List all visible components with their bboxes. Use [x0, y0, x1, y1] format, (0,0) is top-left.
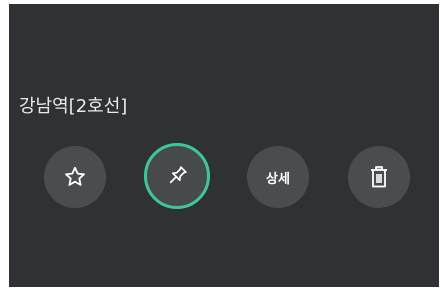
station-name: 강남역[2호선] [19, 96, 128, 117]
detail-label: 상세 [266, 171, 290, 187]
favorite-button[interactable] [44, 146, 106, 208]
detail-button[interactable]: 상세 [247, 146, 309, 208]
pin-button[interactable] [144, 143, 210, 209]
star-icon [63, 165, 87, 189]
delete-button[interactable] [348, 146, 410, 208]
pin-icon [165, 164, 189, 188]
trash-icon [368, 165, 390, 189]
action-panel: 강남역[2호선] 상세 [9, 4, 439, 287]
